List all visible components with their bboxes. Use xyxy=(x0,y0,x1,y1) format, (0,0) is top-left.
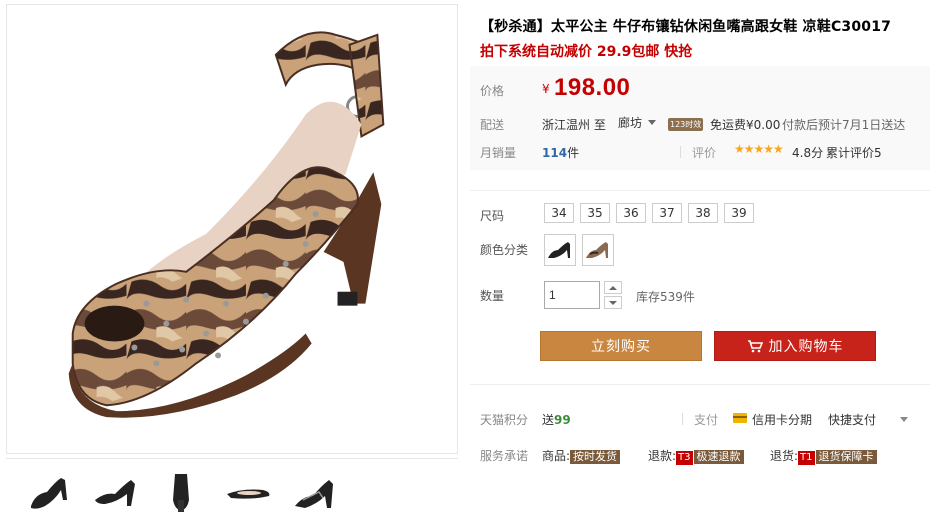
quantity-input[interactable] xyxy=(544,281,600,309)
shoe-swatch-icon xyxy=(586,242,608,258)
thumbnail-strip xyxy=(6,458,458,524)
shoe-swatch-icon xyxy=(548,242,570,258)
add-to-cart-button[interactable]: 加入购物车 xyxy=(714,331,876,361)
chevron-down-icon xyxy=(648,120,657,125)
payment-label: 支付 xyxy=(694,413,719,427)
monthly-sales: 114件 xyxy=(542,146,580,160)
shoe-image xyxy=(68,31,385,418)
fast-refund-badge[interactable]: 极速退款 xyxy=(693,450,744,464)
quantity-label: 数量 xyxy=(480,289,505,303)
promo-text: 拍下系统自动减价 29.9包邮 快抢 xyxy=(480,44,693,60)
fast-pay-link[interactable]: 快捷支付 xyxy=(828,411,876,428)
shoe-thumbnail-icon xyxy=(227,489,270,499)
sales-label: 月销量 xyxy=(480,146,517,160)
color-label: 颜色分类 xyxy=(480,243,529,257)
installment-link[interactable]: 信用卡分期 xyxy=(752,411,812,428)
price-box: 价格 ¥ 198.00 配送 浙江温州 至 廊坊 123时效 免运费¥0.00 … xyxy=(470,66,930,170)
destination-select[interactable]: 廊坊 xyxy=(618,114,657,131)
size-option[interactable]: 38 xyxy=(688,203,718,223)
main-product-image[interactable] xyxy=(6,4,458,454)
quantity-increment-button[interactable] xyxy=(604,281,622,294)
delivery-eta: 付款后预计7月1日送达 xyxy=(782,118,906,132)
thumbnail-2[interactable] xyxy=(90,467,142,517)
shoe-thumbnail-icon xyxy=(295,479,333,508)
chevron-up-icon xyxy=(609,285,617,290)
color-options xyxy=(544,234,614,266)
buy-now-button[interactable]: 立刻购买 xyxy=(540,331,702,361)
cart-icon xyxy=(747,340,763,353)
size-option[interactable]: 34 xyxy=(544,203,574,223)
buy-now-label: 立刻购买 xyxy=(591,339,651,355)
currency-symbol: ¥ xyxy=(542,82,550,96)
service-return: 退货: T1 退货保障卡 xyxy=(770,447,877,465)
size-option[interactable]: 36 xyxy=(616,203,646,223)
chevron-down-icon xyxy=(609,300,617,305)
size-options: 34 35 36 37 38 39 xyxy=(544,203,754,223)
delivery-badge: 123时效 xyxy=(668,118,704,131)
shoe-thumbnail-icon xyxy=(173,473,189,512)
points-label: 天猫积分 xyxy=(480,413,529,427)
color-swatch-black[interactable] xyxy=(544,234,576,266)
rating-stars-icon: ★★★★★ xyxy=(734,142,784,156)
size-option[interactable]: 35 xyxy=(580,203,610,223)
divider xyxy=(682,413,683,425)
ontime-delivery-badge[interactable]: 按时发货 xyxy=(570,450,621,464)
shoe-thumbnail-icon xyxy=(95,479,135,506)
rating-label: 评价 xyxy=(692,146,717,160)
service-refund: 退款: T3 极速退款 xyxy=(648,447,744,465)
quantity-decrement-button[interactable] xyxy=(604,296,622,309)
credit-card-icon xyxy=(733,413,747,423)
divider xyxy=(680,146,681,158)
return-guarantee-badge[interactable]: 退货保障卡 xyxy=(815,450,877,464)
review-count-link[interactable]: 累计评价5 xyxy=(826,144,882,161)
ship-from: 浙江温州 至 xyxy=(542,118,606,132)
divider xyxy=(470,190,930,191)
size-option[interactable]: 39 xyxy=(724,203,754,223)
service-goods: 商品: 按时发货 xyxy=(542,447,621,464)
thumbnail-3[interactable] xyxy=(156,467,208,517)
price-value: 198.00 xyxy=(554,74,631,101)
price-label: 价格 xyxy=(480,84,505,98)
thumbnail-1[interactable] xyxy=(24,467,76,517)
add-to-cart-label: 加入购物车 xyxy=(768,339,844,355)
chevron-down-icon[interactable] xyxy=(900,417,908,422)
size-label: 尺码 xyxy=(480,209,505,223)
shoe-thumbnail-icon xyxy=(31,477,67,509)
product-title: 【秒杀通】太平公主 牛仔布镶钻休闲鱼嘴高跟女鞋 凉鞋C30017 xyxy=(480,19,892,35)
stock-count: 库存539件 xyxy=(636,290,695,304)
rating-score: 4.8分 xyxy=(792,146,824,160)
divider xyxy=(470,384,930,385)
thumbnail-4[interactable] xyxy=(222,467,274,517)
shipping-label: 配送 xyxy=(480,118,505,132)
service-label: 服务承诺 xyxy=(480,449,529,463)
shipping-fee: 免运费¥0.00 xyxy=(710,118,781,132)
thumbnail-5[interactable] xyxy=(288,467,340,517)
points-value: 送99 xyxy=(542,413,571,427)
product-detail-panel: 【秒杀通】太平公主 牛仔布镶钻休闲鱼嘴高跟女鞋 凉鞋C30017 拍下系统自动减… xyxy=(470,0,930,524)
color-swatch-camo[interactable] xyxy=(582,234,614,266)
size-option[interactable]: 37 xyxy=(652,203,682,223)
